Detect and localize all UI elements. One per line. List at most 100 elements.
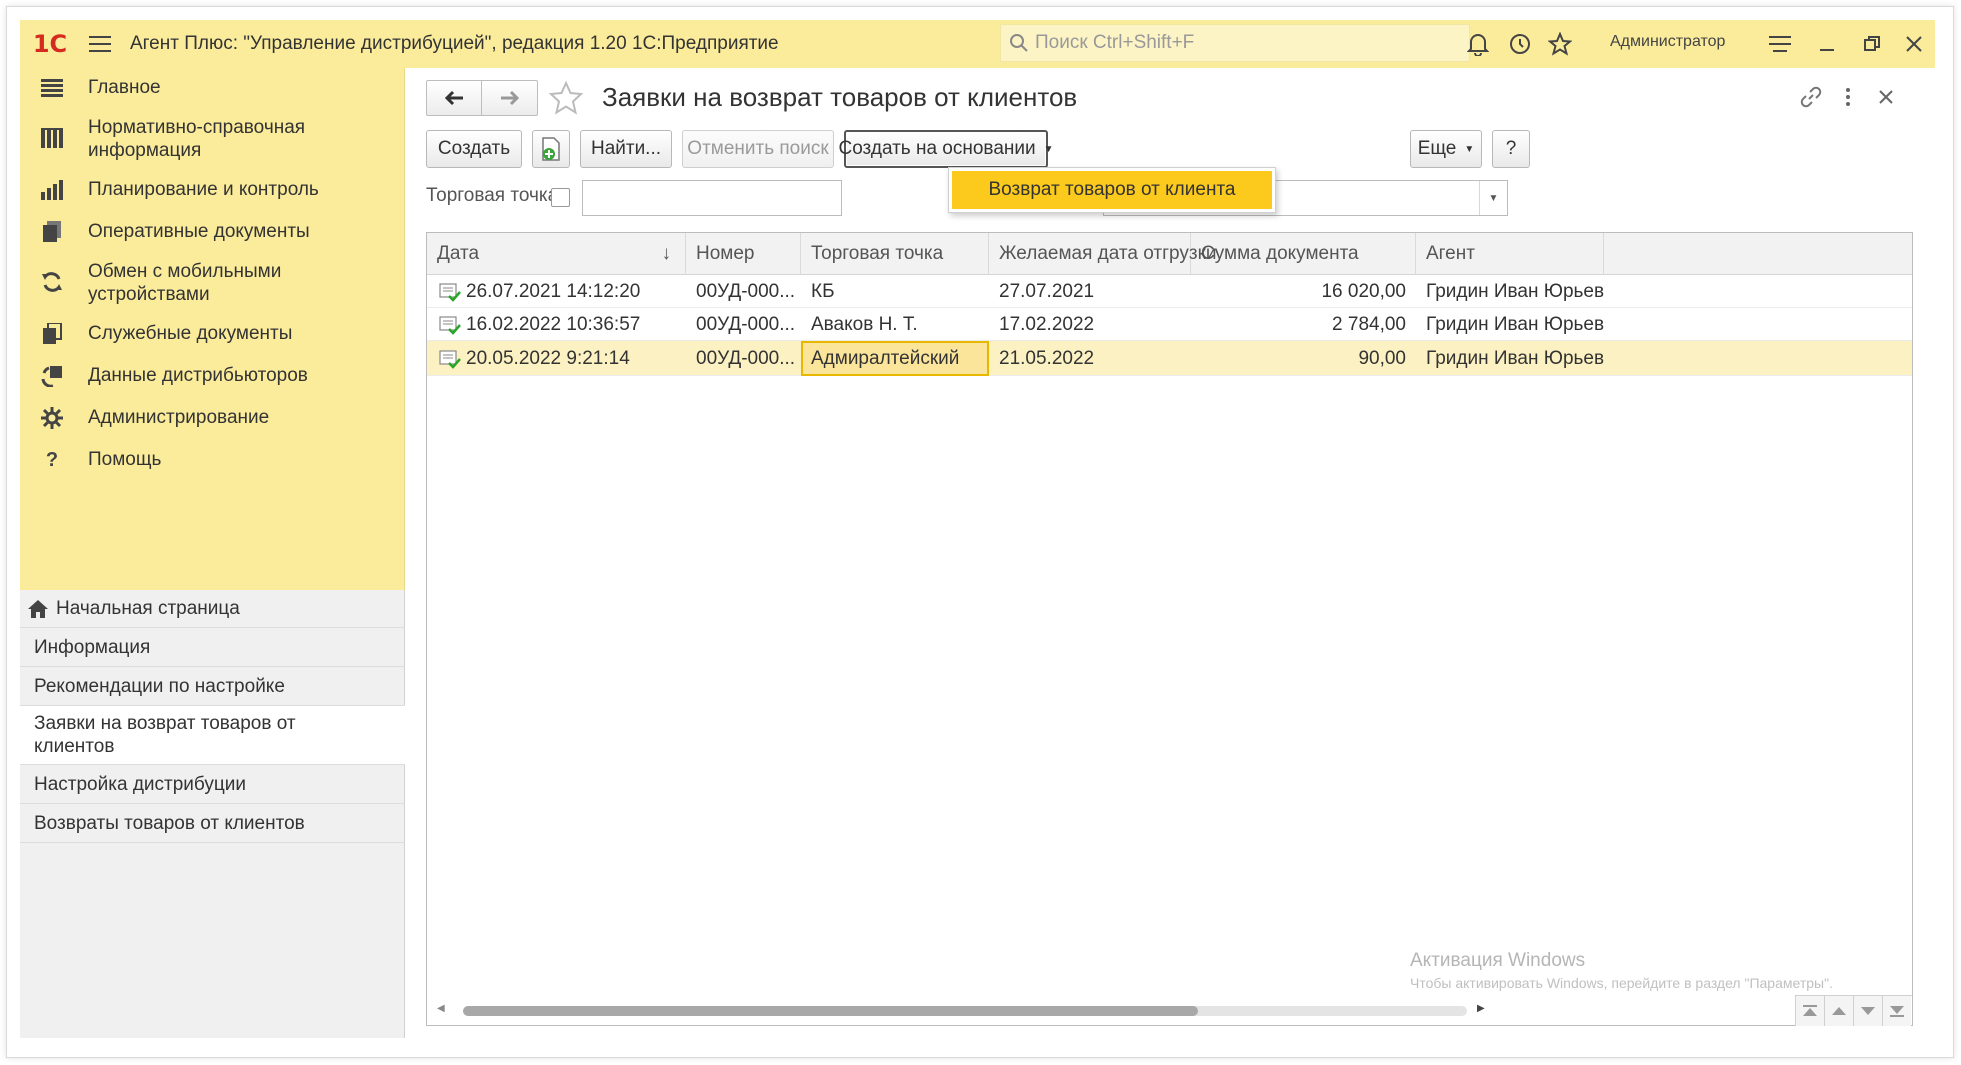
nav-label: Настройка дистрибуции xyxy=(34,773,246,795)
back-arrow-icon[interactable] xyxy=(427,81,483,115)
horizontal-scrollbar[interactable]: ◀ ▶ xyxy=(437,1003,1487,1017)
distributor-icon xyxy=(38,362,66,390)
column-header-number[interactable]: Номер xyxy=(686,233,801,275)
search-icon xyxy=(1010,34,1028,52)
scroll-right-icon[interactable]: ▶ xyxy=(1477,1003,1485,1014)
bell-icon[interactable] xyxy=(1460,26,1496,62)
history-icon[interactable] xyxy=(1502,26,1538,62)
list-navigation xyxy=(1795,995,1912,1026)
scroll-to-bottom-icon[interactable] xyxy=(1882,996,1911,1026)
section-label: Администрирование xyxy=(88,407,270,428)
form-title: Заявки на возврат товаров от клиентов xyxy=(602,82,1078,112)
copy-document-icon xyxy=(542,137,560,161)
nav-item-recommendations[interactable]: Рекомендации по настройке xyxy=(20,667,405,706)
create-button[interactable]: Создать xyxy=(426,130,522,168)
section-service-docs[interactable]: Служебные документы xyxy=(20,312,405,354)
create-based-on-button[interactable]: Создать на основании ▼ xyxy=(838,130,1054,168)
table-row[interactable]: 16.02.2022 10:36:57 00УД-000... Аваков Н… xyxy=(427,308,1912,341)
main-menu-icon[interactable] xyxy=(80,20,120,68)
favorites-star-icon[interactable] xyxy=(1542,26,1578,62)
nav-label: Возвраты товаров от клиентов xyxy=(34,812,305,834)
close-form-icon[interactable] xyxy=(1871,82,1901,112)
section-administration[interactable]: Администрирование xyxy=(20,396,405,438)
section-label: Служебные документы xyxy=(88,323,293,344)
scroll-thumb[interactable] xyxy=(463,1006,1198,1016)
nav-label: Рекомендации по настройке xyxy=(34,675,285,697)
nav-item-returns[interactable]: Возвраты товаров от клиентов xyxy=(20,804,405,843)
cell-ship-date: 27.07.2021 xyxy=(999,280,1095,302)
settings-lines-icon[interactable] xyxy=(1762,26,1798,62)
create-based-on-menu: Возврат товаров от клиента xyxy=(948,167,1276,213)
scroll-left-icon[interactable]: ◀ xyxy=(437,1003,445,1014)
sections-panel: Главное Нормативно-справочная информация… xyxy=(20,68,405,590)
close-window-icon[interactable] xyxy=(1896,26,1932,62)
section-help[interactable]: ? Помощь xyxy=(20,438,405,480)
question-icon: ? xyxy=(45,448,59,471)
section-main[interactable]: Главное xyxy=(20,68,405,108)
nav-item-return-requests[interactable]: Заявки на возврат товаров от клиентов xyxy=(20,706,405,765)
current-user[interactable]: Администратор xyxy=(1610,33,1725,51)
section-label: Планирование и контроль xyxy=(88,179,319,200)
cancel-search-button[interactable]: Отменить поиск xyxy=(682,130,834,168)
nav-item-home[interactable]: Начальная страница xyxy=(20,590,405,628)
nav-item-info[interactable]: Информация xyxy=(20,628,405,667)
section-planning[interactable]: Планирование и контроль xyxy=(20,168,405,210)
minimize-icon[interactable] xyxy=(1810,26,1846,62)
cell-trade-point: Аваков Н. Т. xyxy=(811,313,918,335)
home-icon xyxy=(28,599,48,618)
cell-ship-date: 17.02.2022 xyxy=(999,313,1095,335)
section-mobile-exchange[interactable]: Обмен с мобильными устройствами xyxy=(20,252,405,312)
table-row-selected[interactable]: 20.05.2022 9:21:14 00УД-000... Адмиралте… xyxy=(427,341,1912,376)
copy-button[interactable] xyxy=(532,130,570,168)
table-row[interactable]: 26.07.2021 14:12:20 00УД-000... КБ 27.07… xyxy=(427,275,1912,308)
section-distributor-data[interactable]: Данные дистрибьюторов xyxy=(20,354,405,396)
column-header-ship-date[interactable]: Желаемая дата отгрузки xyxy=(989,233,1217,275)
global-search-input[interactable]: Поиск Ctrl+Shift+F xyxy=(1000,24,1470,62)
more-vertical-icon[interactable] xyxy=(1833,82,1863,112)
column-header-trade-point[interactable]: Торговая точка xyxy=(801,233,989,275)
bar-chart-icon xyxy=(38,176,66,204)
cell-trade-point: КБ xyxy=(811,280,835,302)
cell-number: 00УД-000... xyxy=(696,313,796,335)
scroll-up-icon[interactable] xyxy=(1824,996,1853,1026)
sort-down-icon: ↓ xyxy=(661,243,672,264)
forward-arrow-icon[interactable] xyxy=(482,81,537,115)
column-header-agent[interactable]: Агент xyxy=(1416,233,1604,275)
link-icon[interactable] xyxy=(1796,82,1826,112)
help-button[interactable]: ? xyxy=(1492,130,1530,168)
cell-trade-point-focused[interactable]: Адмиралтейский xyxy=(801,341,989,376)
section-label: Нормативно-справочная информация xyxy=(88,117,306,161)
sync-icon xyxy=(38,268,66,296)
cell-sum: 2 784,00 xyxy=(1332,313,1406,335)
create-based-on-label: Создать на основании xyxy=(838,138,1036,159)
chevron-down-icon[interactable]: ▼ xyxy=(1479,181,1507,215)
find-button[interactable]: Найти... xyxy=(580,130,672,168)
section-label: Обмен с мобильными устройствами xyxy=(88,261,282,305)
menu-item-client-return[interactable]: Возврат товаров от клиента xyxy=(952,171,1272,209)
scroll-down-icon[interactable] xyxy=(1853,996,1882,1026)
trade-point-filter-label: Торговая точка: xyxy=(426,185,564,206)
documents-table[interactable]: Дата ↓ Номер Торговая точка Желаемая дат… xyxy=(426,232,1913,1026)
scroll-to-top-icon[interactable] xyxy=(1795,996,1824,1026)
column-header-sum[interactable]: Сумма документа xyxy=(1191,233,1416,275)
trade-point-filter-input[interactable] xyxy=(582,180,842,216)
section-label: Помощь xyxy=(88,449,162,470)
section-operational-docs[interactable]: Оперативные документы xyxy=(20,210,405,252)
column-header-date[interactable]: Дата ↓ xyxy=(427,233,686,275)
add-favorite-star-icon[interactable] xyxy=(548,80,584,116)
section-catalog[interactable]: Нормативно-справочная информация xyxy=(20,108,405,168)
cell-agent: Гридин Иван Юрьевич xyxy=(1426,280,1604,302)
restore-window-icon[interactable] xyxy=(1854,26,1890,62)
nav-item-distribution-settings[interactable]: Настройка дистрибуции xyxy=(20,765,405,804)
cell-sum: 90,00 xyxy=(1358,347,1406,369)
trade-point-filter-checkbox[interactable] xyxy=(551,188,570,207)
documents-icon xyxy=(38,218,66,246)
more-button[interactable]: Еще ▼ xyxy=(1410,130,1482,168)
nav-label: Начальная страница xyxy=(56,598,240,619)
cell-ship-date: 21.05.2022 xyxy=(999,347,1095,369)
more-label: Еще xyxy=(1417,138,1457,159)
section-label: Данные дистрибьюторов xyxy=(88,365,308,386)
gear-icon xyxy=(38,404,66,432)
cell-agent: Гридин Иван Юрьевич xyxy=(1426,313,1604,335)
chevron-down-icon: ▼ xyxy=(1464,143,1475,155)
